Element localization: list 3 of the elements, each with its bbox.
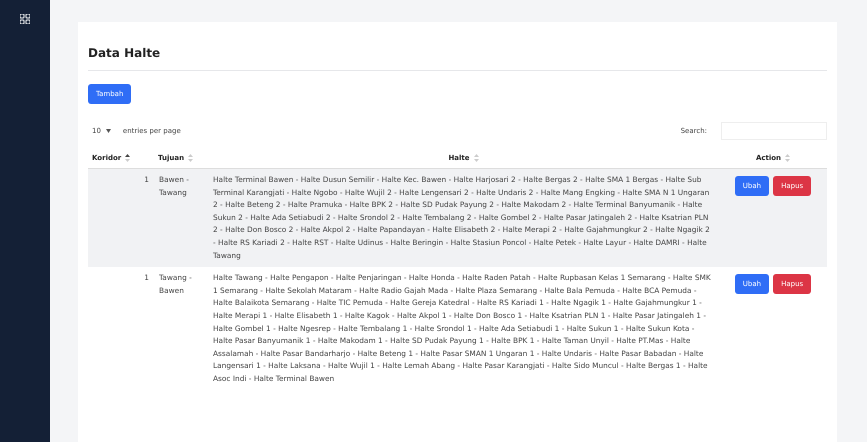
caret-icon [106, 129, 111, 133]
grid-icon[interactable] [20, 14, 30, 24]
page-title: Data Halte [88, 46, 827, 71]
